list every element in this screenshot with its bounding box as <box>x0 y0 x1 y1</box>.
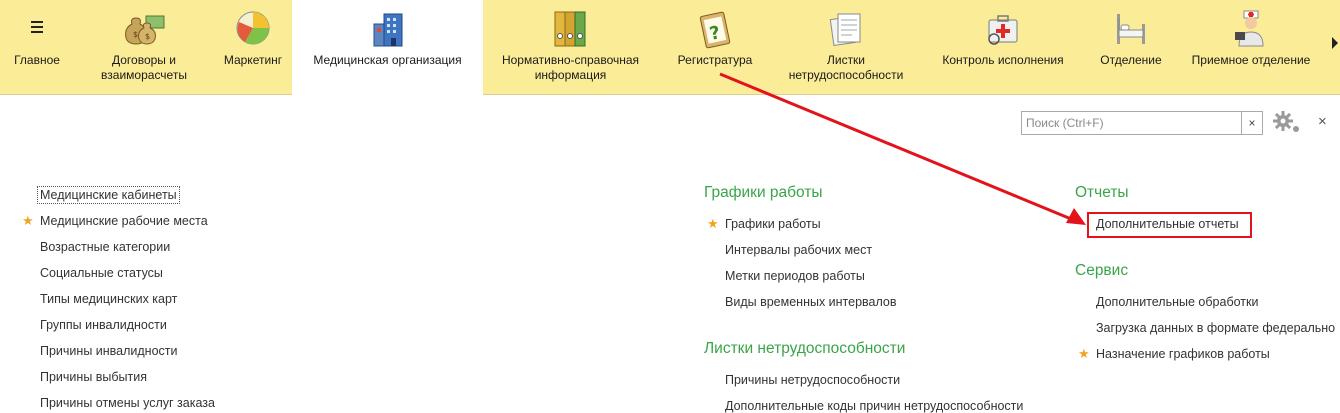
list-item[interactable]: Причины инвалидности <box>40 343 178 359</box>
list-item[interactable]: Дополнительные коды причин нетрудоспособ… <box>725 398 1023 413</box>
tab-label: Медицинская организация <box>313 53 462 67</box>
svg-text:$: $ <box>145 32 150 41</box>
nurse-icon <box>1229 6 1273 50</box>
list-item[interactable]: Причины нетрудоспособности <box>725 372 900 388</box>
tab-admission[interactable]: Приемное отделение <box>1176 0 1326 95</box>
search-field[interactable]: × <box>1021 111 1263 135</box>
list-item[interactable]: Медицинские рабочие места <box>40 213 208 229</box>
svg-text:$: $ <box>133 30 138 39</box>
group-title: Сервис <box>1075 262 1129 279</box>
tab-label: Договоры и взаиморасчеты <box>101 53 187 82</box>
star-icon[interactable]: ★ <box>22 213 34 229</box>
tab-medical-organization[interactable]: Медицинская организация <box>292 0 483 96</box>
close-icon[interactable]: × <box>1318 113 1327 130</box>
list-item[interactable]: Причины выбытия <box>40 369 147 385</box>
group-title: Отчеты <box>1075 184 1129 201</box>
list-item[interactable]: Медицинские кабинеты <box>37 186 180 204</box>
list-item[interactable]: Возрастные категории <box>40 239 170 255</box>
tab-label: Листки нетрудоспособности <box>788 53 904 82</box>
tab-department[interactable]: Отделение <box>1086 0 1176 95</box>
list-item[interactable]: Метки периодов работы <box>725 268 865 284</box>
scroll-right-arrow-icon[interactable] <box>1332 37 1338 49</box>
list-item[interactable]: Виды временных интервалов <box>725 294 897 310</box>
binders-icon <box>549 6 593 50</box>
tab-reference-info[interactable]: Нормативно-справочная информация <box>483 0 658 95</box>
money-bags-icon: $ $ <box>122 6 166 50</box>
group-title: Графики работы <box>704 184 823 201</box>
star-icon[interactable]: ★ <box>1078 346 1090 362</box>
tab-contracts[interactable]: $ $ Договоры и взаиморасчеты <box>74 0 214 95</box>
sections-panel: Главное $ $ Договоры и взаиморасчеты Мар… <box>0 0 1340 96</box>
highlight-box <box>1087 212 1252 238</box>
gear-icon[interactable] <box>1272 110 1302 136</box>
list-item[interactable]: Социальные статусы <box>40 265 163 281</box>
tab-label: Нормативно-справочная информация <box>501 53 640 82</box>
tab-label: Главное <box>14 53 60 67</box>
list-item[interactable]: Назначение графиков работы <box>1096 346 1270 362</box>
first-aid-icon <box>981 6 1025 50</box>
list-item[interactable]: Графики работы <box>725 216 821 232</box>
tab-label: Приемное отделение <box>1191 53 1311 67</box>
group-title: Листки нетрудоспособности <box>704 340 906 357</box>
building-icon <box>366 6 410 50</box>
clipboard-question-icon: ? <box>693 6 737 50</box>
tab-registry[interactable]: ? Регистратура <box>658 0 772 95</box>
star-icon[interactable]: ★ <box>707 216 719 232</box>
tab-sick-leaves[interactable]: Листки нетрудоспособности <box>772 0 920 95</box>
list-item[interactable]: Причины отмены услуг заказа <box>40 395 215 411</box>
list-item[interactable]: Загрузка данных в формате федерально <box>1096 320 1335 336</box>
list-item[interactable]: Интервалы рабочих мест <box>725 242 872 258</box>
tab-label: Маркетинг <box>223 53 283 67</box>
list-item[interactable]: Типы медицинских карт <box>40 291 177 307</box>
tab-execution-control[interactable]: Контроль исполнения <box>920 0 1086 95</box>
list-item[interactable]: Дополнительные обработки <box>1096 294 1258 310</box>
tab-marketing[interactable]: Маркетинг <box>214 0 292 95</box>
tab-label: Отделение <box>1100 53 1162 67</box>
home-icon <box>15 6 59 50</box>
tab-label: Регистратура <box>677 53 753 67</box>
search-clear-button[interactable]: × <box>1241 112 1262 134</box>
documents-icon <box>824 6 868 50</box>
search-input[interactable] <box>1022 112 1241 134</box>
hospital-bed-icon <box>1109 6 1153 50</box>
pie-chart-icon <box>231 6 275 50</box>
list-item[interactable]: Группы инвалидности <box>40 317 167 333</box>
tab-label: Контроль исполнения <box>942 53 1064 67</box>
tab-main[interactable]: Главное <box>0 0 74 95</box>
